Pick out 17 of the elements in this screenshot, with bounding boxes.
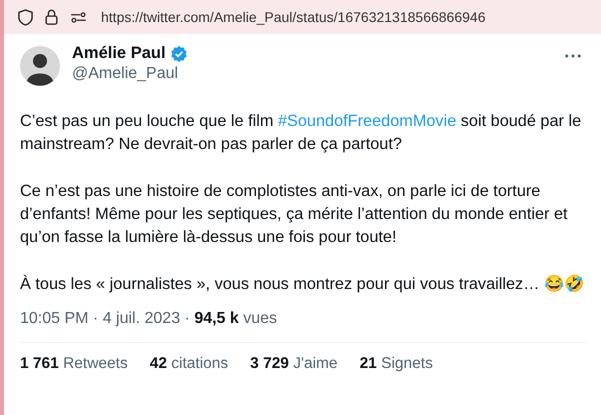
tweet-paragraph: À tous les « journalistes », vous nous montrez pour qui vous travaillez… 😂🤣	[20, 274, 585, 295]
engagement-count[interactable]: 42 citations	[150, 355, 228, 373]
tweet-paragraph: C’est pas un peu louche que le film #SoundofFreedomMovie soit boudé par le mainstream? Ne devrait-on pas parler de ça partout?	[20, 111, 582, 155]
shield-icon[interactable]	[18, 8, 33, 26]
address-bar[interactable]: https://twitter.com/Amelie_Paul/status/1676321318566866946	[4, 0, 601, 34]
sliders-icon[interactable]	[70, 12, 87, 22]
url-text[interactable]: https://twitter.com/Amelie_Paul/status/1676321318566866946	[101, 9, 486, 25]
engagement-count[interactable]: 1 761 Retweets	[20, 355, 128, 373]
tweet-paragraph: Ce n’est pas une histoire de complotistes anti-vax, on parle ici de torture d’enfants! Même pour les septiques, ça mérite l’attention du monde entier et qu’on fasse la lumière là-dessus une fois pour toute!	[20, 181, 569, 248]
tweet-timestamp: 10:05 PM · 4 juil. 2023 · 94,5 k vues	[20, 310, 278, 328]
author-name[interactable]: Amélie Paul	[72, 44, 166, 63]
avatar-silhouette[interactable]	[20, 46, 60, 86]
lock-icon[interactable]	[45, 9, 58, 25]
more-options-icon[interactable]	[565, 54, 581, 58]
engagement-count[interactable]: 21 Signets	[360, 355, 433, 373]
author-handle[interactable]: @Amelie_Paul	[72, 65, 553, 83]
engagement-count[interactable]: 3 729 J'aime	[250, 355, 338, 373]
